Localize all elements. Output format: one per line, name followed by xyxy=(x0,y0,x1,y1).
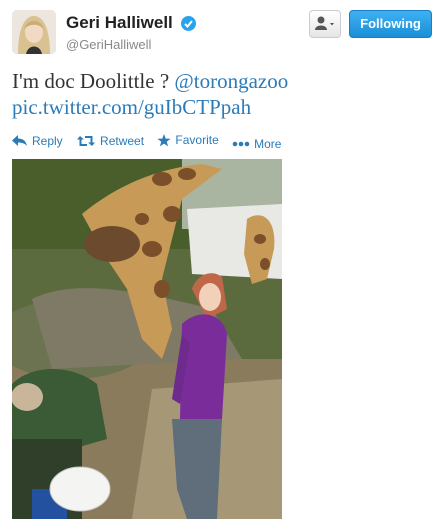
avatar[interactable] xyxy=(12,10,56,54)
tweet-actions: Reply Retweet Favorite More xyxy=(12,133,291,151)
retweet-action[interactable]: Retweet xyxy=(76,134,144,148)
reply-label: Reply xyxy=(32,133,63,148)
retweet-label: Retweet xyxy=(100,133,145,148)
more-action[interactable]: More xyxy=(232,137,281,151)
star-icon xyxy=(157,133,172,146)
display-name[interactable]: Geri Halliwell xyxy=(66,13,173,33)
user-dropdown-button[interactable] xyxy=(309,10,341,38)
favorite-label: Favorite xyxy=(175,133,219,147)
tweet-body: I'm doc Doolittle ? xyxy=(12,69,175,93)
user-names: Geri Halliwell @GeriHalliwell xyxy=(66,13,197,52)
more-label: More xyxy=(254,136,282,151)
more-dots-icon xyxy=(232,141,250,146)
favorite-action[interactable]: Favorite xyxy=(157,133,219,147)
verified-badge-icon xyxy=(181,15,197,31)
following-button[interactable]: Following xyxy=(349,10,432,38)
person-dropdown-icon xyxy=(315,16,334,30)
mention-link[interactable]: @torongazoo xyxy=(174,69,288,93)
reply-icon xyxy=(12,134,27,146)
tweet-photo[interactable] xyxy=(12,159,282,519)
media-link[interactable]: pic.twitter.com/guIbCTPpah xyxy=(12,95,251,119)
tweet-header: Geri Halliwell @GeriHalliwell Following xyxy=(12,10,432,58)
screen-name[interactable]: @GeriHalliwell xyxy=(66,37,196,52)
reply-action[interactable]: Reply xyxy=(12,134,63,148)
tweet-text: I'm doc Doolittle ? @torongazoo pic.twit… xyxy=(12,68,432,120)
retweet-icon xyxy=(77,135,96,146)
